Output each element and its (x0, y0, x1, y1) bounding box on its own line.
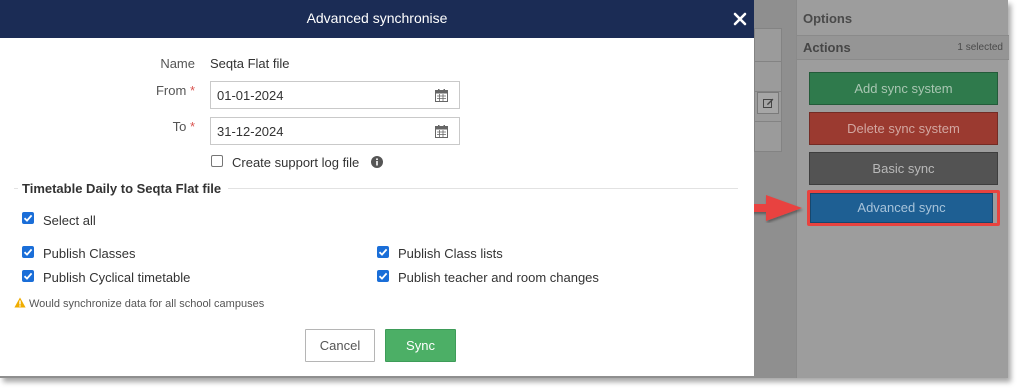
sync-button[interactable]: Sync (385, 329, 456, 362)
close-icon[interactable] (733, 12, 747, 26)
name-label: Name (160, 56, 195, 71)
table-row-divider (755, 61, 781, 62)
support-log-checkbox[interactable] (211, 155, 223, 167)
table-row-divider (755, 121, 781, 122)
to-date-field[interactable] (210, 117, 460, 145)
publish-teacher-room-changes-label: Publish teacher and room changes (398, 270, 599, 285)
cancel-button[interactable]: Cancel (305, 329, 375, 362)
publish-classes-label: Publish Classes (43, 246, 136, 261)
publish-cyclical-timetable-checkbox[interactable] (22, 270, 34, 282)
advanced-synchronise-dialog: Advanced synchronise Name Seqta Flat fil… (0, 0, 754, 376)
advanced-sync-highlight: Advanced sync (807, 190, 1000, 226)
publish-class-lists-checkbox[interactable] (377, 246, 389, 258)
from-label: From * (155, 83, 195, 98)
background-table (754, 28, 782, 152)
advanced-sync-button[interactable]: Advanced sync (810, 193, 993, 223)
actions-title: Actions (803, 40, 851, 55)
publish-cyclical-timetable-label: Publish Cyclical timetable (43, 270, 191, 285)
support-log-label: Create support log file (232, 155, 360, 170)
calendar-icon[interactable] (435, 89, 448, 102)
publish-class-lists-label: Publish Class lists (398, 246, 503, 261)
selected-count: 1 selected (957, 42, 1003, 53)
basic-sync-button[interactable]: Basic sync (809, 152, 998, 185)
edit-icon[interactable] (757, 92, 779, 114)
from-date-field[interactable] (210, 81, 460, 109)
actions-bar: Actions 1 selected (797, 35, 1009, 60)
calendar-icon[interactable] (435, 125, 448, 138)
to-label: To * (172, 119, 195, 134)
select-all-checkbox[interactable] (22, 212, 34, 224)
warning-text: Would synchronize data for all school ca… (29, 298, 265, 310)
dialog-title: Advanced synchronise (306, 10, 448, 26)
options-sidebar: Options Actions 1 selected Add sync syst… (796, 0, 1009, 378)
select-all-label: Select all (43, 213, 96, 228)
publish-classes-checkbox[interactable] (22, 246, 34, 258)
to-date-input[interactable] (217, 124, 417, 139)
from-date-input[interactable] (217, 88, 417, 103)
section-title: Timetable Daily to Seqta Flat file (22, 181, 222, 196)
dialog-header: Advanced synchronise (0, 0, 754, 38)
delete-sync-system-button[interactable]: Delete sync system (809, 112, 998, 145)
info-icon[interactable] (371, 156, 383, 168)
publish-teacher-room-changes-checkbox[interactable] (377, 270, 389, 282)
name-value: Seqta Flat file (210, 56, 290, 71)
warning-icon (14, 297, 26, 308)
add-sync-system-button[interactable]: Add sync system (809, 72, 998, 105)
options-title: Options (803, 11, 853, 26)
